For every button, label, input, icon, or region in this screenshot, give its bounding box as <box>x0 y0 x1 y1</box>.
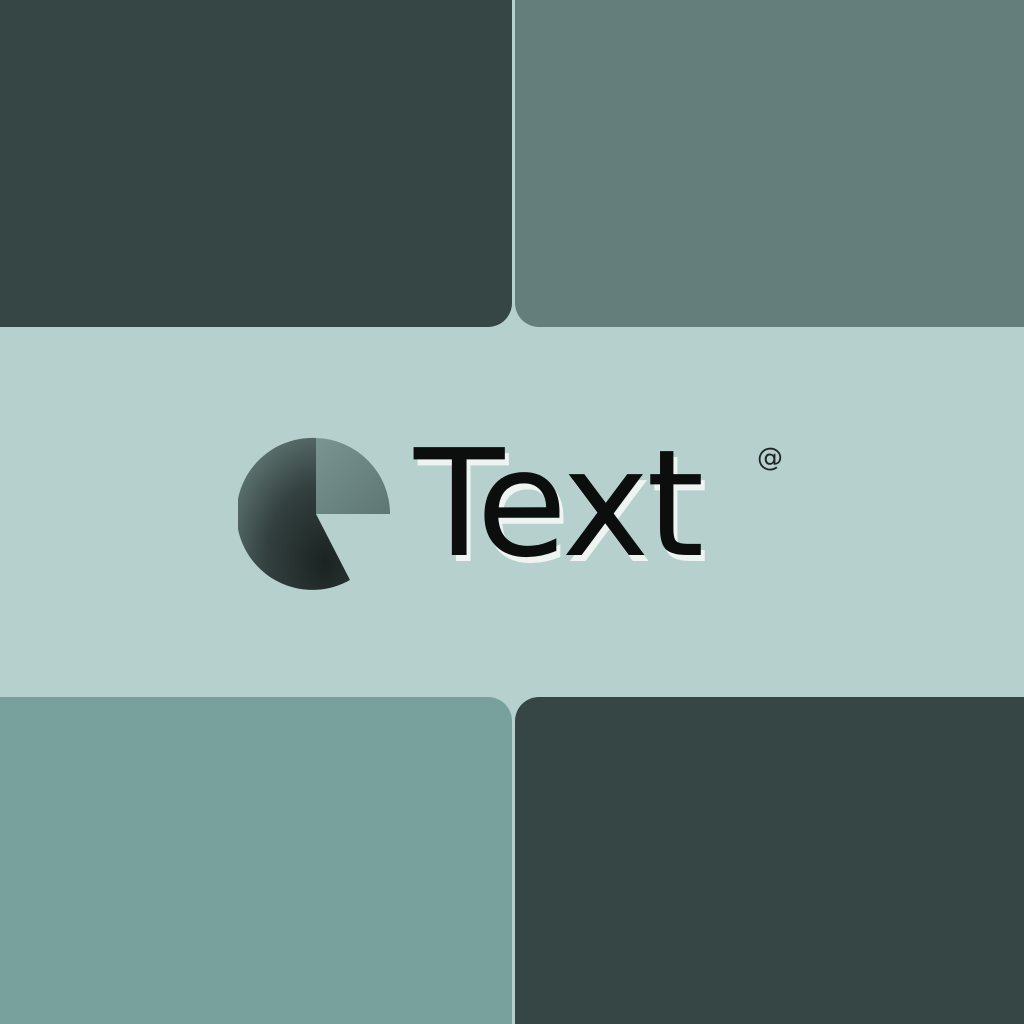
pie-circle-logo-icon <box>238 437 390 590</box>
panel-top-left <box>0 0 512 327</box>
logo-pie-wedge <box>316 438 390 514</box>
panel-top-right <box>515 0 1024 327</box>
registered-mark: @ <box>757 443 783 473</box>
panel-bottom-left <box>0 697 512 1024</box>
panel-bottom-right <box>515 697 1024 1024</box>
brand-wordmark: Text <box>414 418 704 590</box>
logo-canvas: Text @ <box>0 0 1024 1024</box>
